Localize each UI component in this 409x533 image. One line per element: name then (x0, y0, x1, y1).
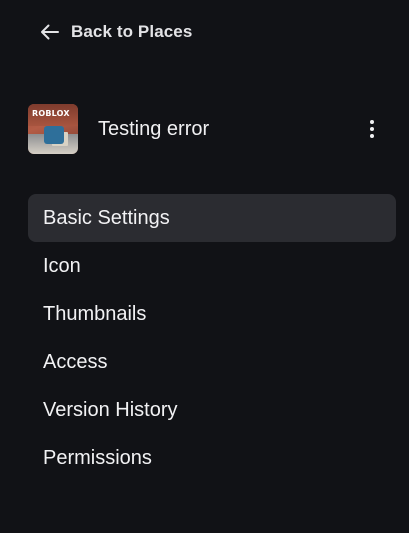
place-settings-sidebar: Back to Places ROBLOX Testing error Basi… (0, 0, 409, 533)
settings-nav: Basic Settings Icon Thumbnails Access Ve… (28, 194, 396, 482)
more-vertical-icon (370, 120, 374, 124)
nav-item-permissions[interactable]: Permissions (28, 434, 396, 482)
roblox-logo: ROBLOX (32, 109, 70, 118)
back-to-places-label: Back to Places (71, 22, 193, 41)
place-name: Testing error (98, 117, 210, 140)
back-to-places-link[interactable]: Back to Places (40, 20, 192, 44)
nav-item-version-history[interactable]: Version History (28, 386, 396, 434)
nav-item-basic-settings[interactable]: Basic Settings (28, 194, 396, 242)
arrow-left-icon (40, 24, 59, 40)
nav-item-icon[interactable]: Icon (28, 242, 396, 290)
place-thumbnail: ROBLOX (28, 104, 78, 154)
place-header: ROBLOX Testing error (28, 104, 384, 154)
nav-item-thumbnails[interactable]: Thumbnails (28, 290, 396, 338)
nav-item-access[interactable]: Access (28, 338, 396, 386)
more-options-button[interactable] (360, 117, 384, 141)
